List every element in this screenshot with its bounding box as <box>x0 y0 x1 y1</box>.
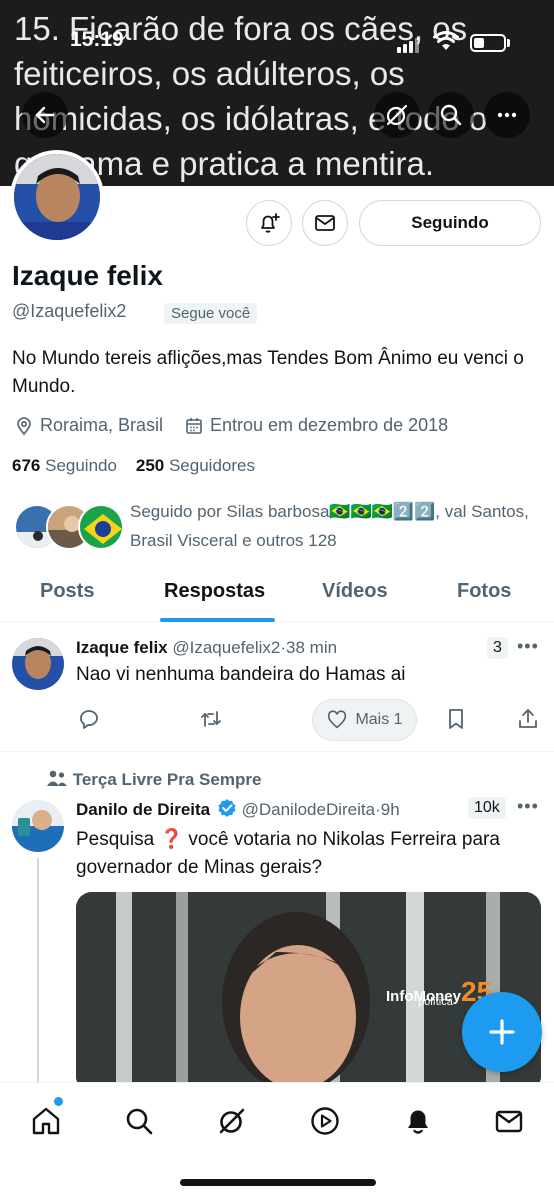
tab-posts[interactable]: Posts <box>40 580 94 603</box>
bookmark-button[interactable] <box>443 706 469 732</box>
heart-icon <box>328 710 347 729</box>
post-more-icon[interactable]: ••• <box>517 636 539 657</box>
post-author[interactable]: Danilo de Direita <box>76 800 210 819</box>
share-icon <box>519 709 537 728</box>
nav-messages[interactable] <box>489 1101 529 1141</box>
followed-by-text[interactable]: Seguido por Silas barbosa🇧🇷🇧🇷🇧🇷2️⃣2️⃣, v… <box>130 497 540 555</box>
mail-icon <box>315 215 335 231</box>
location-text: Roraima, Brasil <box>40 415 164 435</box>
status-time: 15:19 <box>70 28 124 51</box>
notifications-toggle-button[interactable] <box>246 200 292 246</box>
battery-icon <box>470 34 506 52</box>
grok-icon <box>386 104 408 126</box>
post-image[interactable]: InfoMoney25 política <box>76 892 541 1092</box>
follows-you-badge: Segue você <box>164 303 258 324</box>
count-badge: 10k <box>468 797 506 819</box>
profile-avatar[interactable] <box>10 150 104 244</box>
post-text: Nao vi nenhuma bandeira do Hamas ai <box>76 664 406 685</box>
calendar-icon <box>186 417 202 434</box>
plus-icon <box>489 1019 515 1045</box>
status-bar: 15:19 <box>0 26 554 60</box>
nav-grok[interactable] <box>212 1101 252 1141</box>
thread-line <box>37 858 39 1088</box>
follow-counts: 676 Seguindo 250 Seguidores <box>12 456 255 476</box>
share-button[interactable] <box>515 706 541 732</box>
community-name: Terça Livre Pra Sempre <box>72 770 262 789</box>
search-icon <box>440 104 462 126</box>
messages-icon <box>495 1110 523 1133</box>
post-divider <box>0 751 554 752</box>
back-button[interactable] <box>22 92 68 138</box>
search-button[interactable] <box>428 92 474 138</box>
following-link[interactable]: 676 Seguindo <box>12 456 117 475</box>
community-icon <box>47 770 67 786</box>
notifications-icon <box>408 1110 428 1134</box>
profile-bio: No Mundo tereis aflições,mas Tendes Bom … <box>12 348 524 397</box>
verified-badge-icon <box>218 799 236 817</box>
repost-icon <box>201 711 221 727</box>
mutual-followers-avatars[interactable] <box>14 504 124 550</box>
reply-icon <box>80 710 98 729</box>
profile-handle: @Izaquefelix2 <box>12 301 127 321</box>
count-badge: 3 <box>487 637 508 659</box>
nav-spaces[interactable] <box>305 1101 345 1141</box>
followers-link[interactable]: 250 Seguidores <box>136 456 255 475</box>
post-handle[interactable]: @DanilodeDireita <box>242 800 376 819</box>
post-time: 38 min <box>286 638 338 657</box>
more-icon <box>497 112 517 118</box>
tab-videos[interactable]: Vídeos <box>322 580 388 603</box>
active-tab-indicator <box>160 618 275 622</box>
grok-button[interactable] <box>374 92 420 138</box>
media-subtitle: política <box>418 996 453 1008</box>
reply-button[interactable] <box>76 706 102 732</box>
home-indicator <box>180 1179 376 1186</box>
bell-plus-icon <box>261 213 280 233</box>
cellular-signal-icon <box>397 38 419 53</box>
joined-text: Entrou em dezembro de 2018 <box>210 415 449 435</box>
post-handle[interactable]: @Izaquefelix2 <box>172 638 280 657</box>
profile-tabs: Posts Respostas Vídeos Fotos <box>0 568 554 622</box>
wifi-icon <box>433 31 459 50</box>
post-time: 9h <box>380 800 400 819</box>
like-label: Mais 1 <box>355 711 403 728</box>
tab-replies[interactable]: Respostas <box>164 580 265 603</box>
search-icon <box>126 1108 153 1135</box>
profile-joined: Entrou em dezembro de 2018 <box>184 415 448 436</box>
profile-location: Roraima, Brasil <box>14 415 163 436</box>
home-notification-dot <box>54 1097 63 1106</box>
compose-button[interactable] <box>462 992 542 1072</box>
like-button[interactable]: Mais 1 <box>312 699 417 741</box>
tab-photos[interactable]: Fotos <box>457 580 511 603</box>
post-author[interactable]: Izaque felix <box>76 638 168 657</box>
post-text: Pesquisa ❓ você votaria no Nikolas Ferre… <box>76 829 500 878</box>
avatar <box>78 504 124 550</box>
back-arrow-icon <box>35 106 55 124</box>
community-context[interactable]: Terça Livre Pra Sempre <box>46 769 261 790</box>
nav-home[interactable] <box>26 1101 66 1141</box>
repost-button[interactable] <box>198 706 224 732</box>
post-header: Izaque felix @Izaquefelix2·38 min <box>76 638 338 657</box>
bookmark-icon <box>449 709 463 729</box>
nav-notifications[interactable] <box>398 1101 438 1141</box>
post-more-icon[interactable]: ••• <box>517 796 539 817</box>
spaces-icon <box>311 1107 339 1135</box>
message-button[interactable] <box>302 200 348 246</box>
post-avatar[interactable] <box>12 800 64 852</box>
post-header: Danilo de Direita @DanilodeDireita·9h <box>76 799 400 819</box>
more-button[interactable] <box>484 92 530 138</box>
grok-icon <box>219 1108 245 1134</box>
profile-display-name: Izaque felix <box>12 260 163 291</box>
home-icon <box>32 1107 60 1135</box>
location-pin-icon <box>17 416 31 435</box>
post-avatar[interactable] <box>12 638 64 690</box>
nav-search[interactable] <box>119 1101 159 1141</box>
following-button[interactable]: Seguindo <box>359 200 541 246</box>
